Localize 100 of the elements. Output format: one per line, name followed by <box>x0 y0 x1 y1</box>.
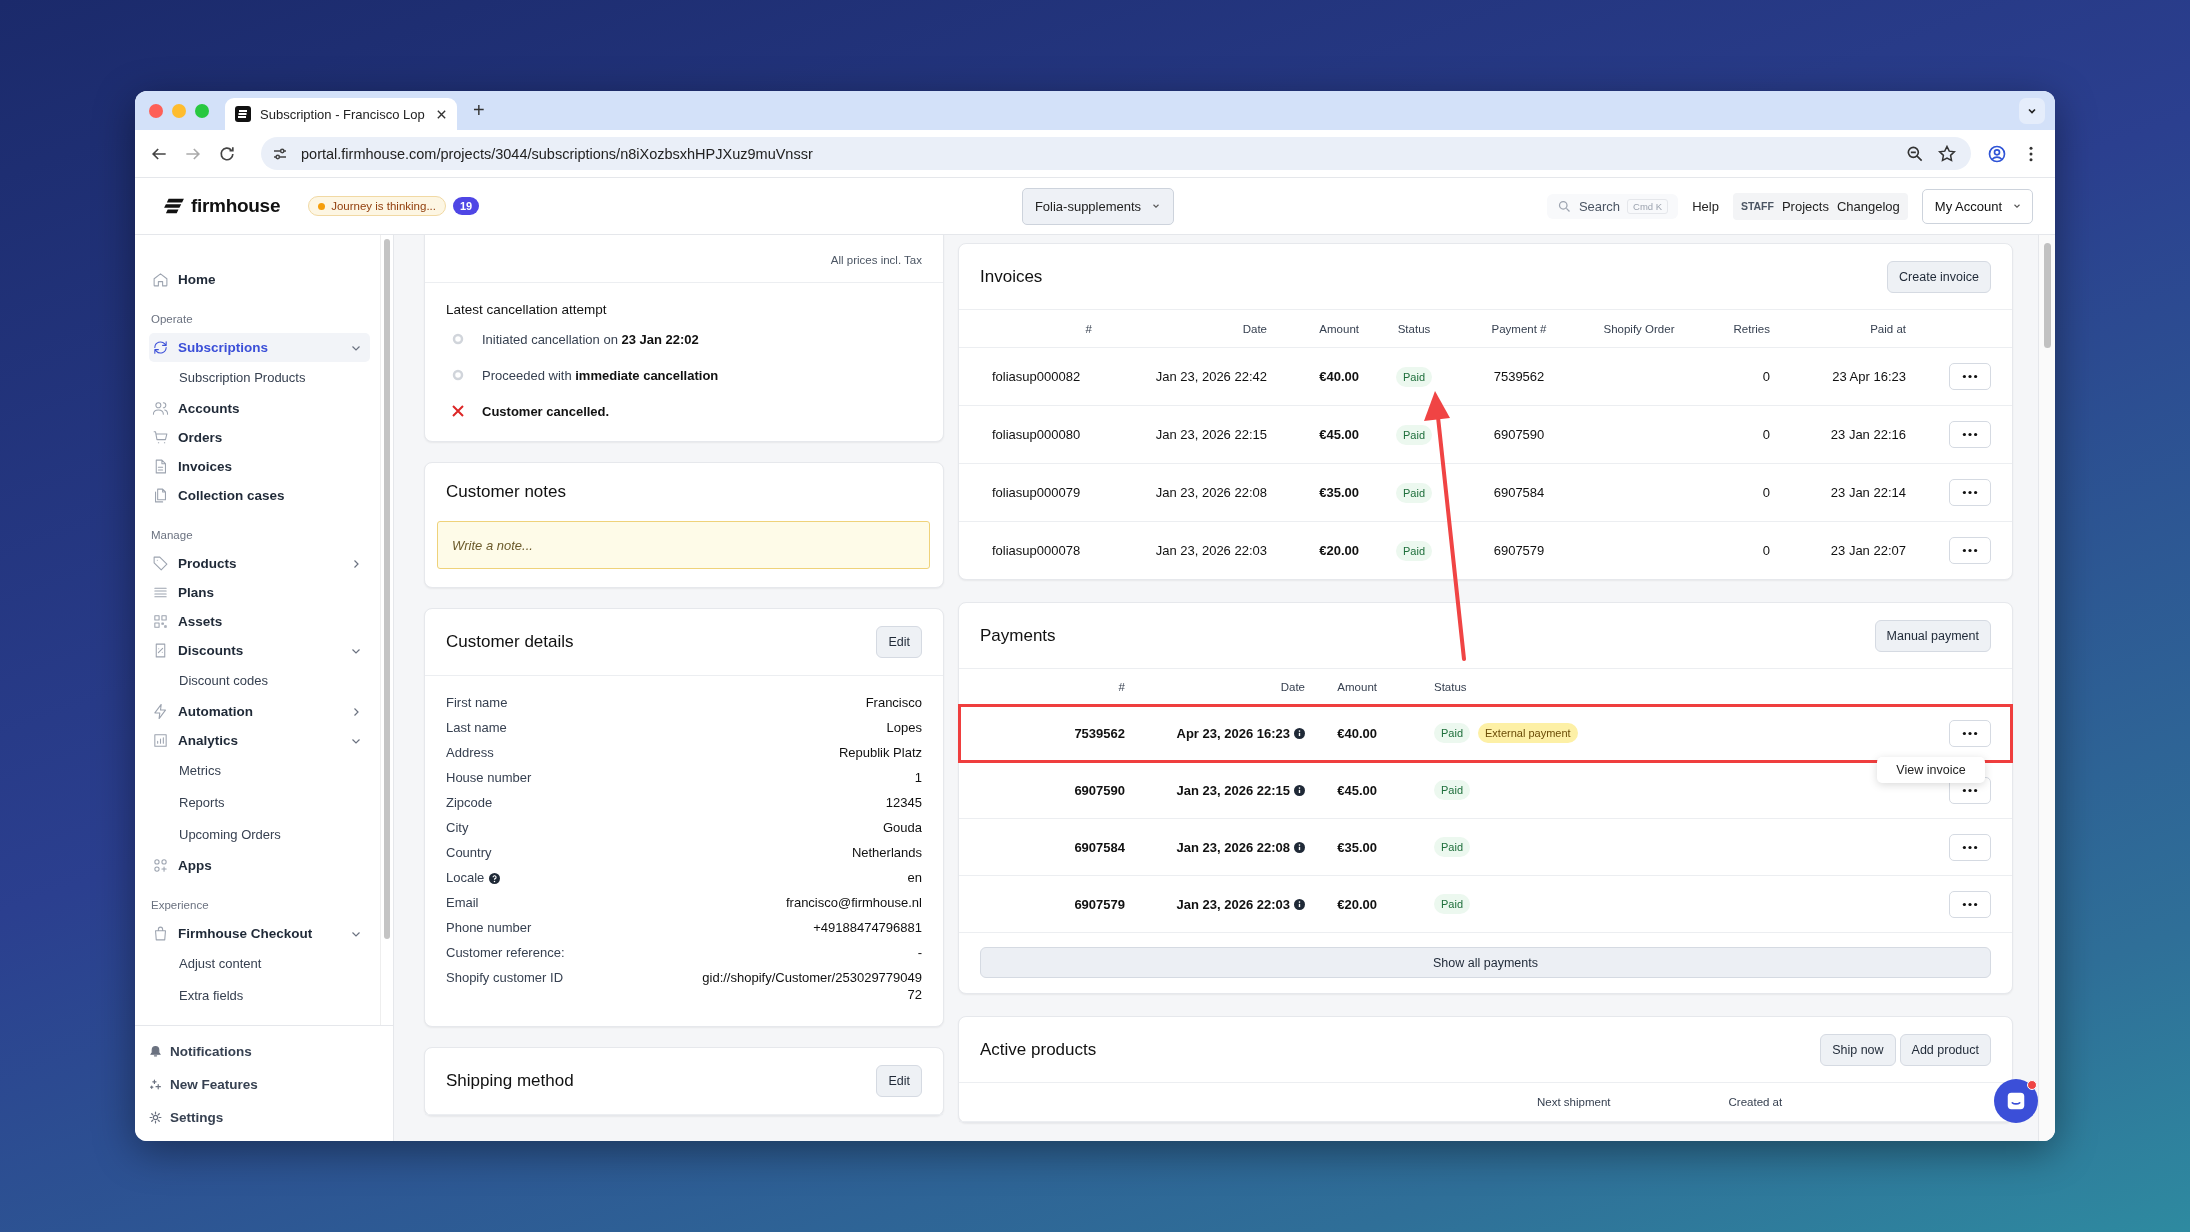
sidebar-item[interactable]: Products <box>149 549 370 578</box>
edit-button[interactable]: Edit <box>876 1065 922 1097</box>
status-badge: Paid <box>1434 837 1471 857</box>
status-badge: Paid <box>1396 367 1432 387</box>
sidebar-subitem[interactable]: Metrics <box>149 755 370 787</box>
sidebar-subitem[interactable]: Adjust content <box>149 948 370 980</box>
table-cell: €35.00 <box>1337 839 1377 855</box>
status-badge: Paid <box>1396 483 1432 503</box>
staff-label: STAFF <box>1740 200 1774 212</box>
card-title: Active products <box>980 1039 1097 1060</box>
help-link[interactable]: Help <box>1692 198 1719 214</box>
edit-button[interactable]: Edit <box>876 626 922 658</box>
field-value: - <box>917 944 922 961</box>
address-bar[interactable]: portal.firmhouse.com/projects/3044/subscriptions/n8iXozbsxhHPJXuz9muVnssr <box>261 137 1971 170</box>
project-dropdown[interactable]: Folia-supplements <box>1021 187 1175 225</box>
sidebar-item[interactable]: Firmhouse Checkout <box>149 919 370 948</box>
sidebar-item[interactable]: Orders <box>149 423 370 452</box>
sidebar-item[interactable]: Accounts <box>149 394 370 423</box>
ellipsis-icon <box>1962 548 1978 553</box>
info-icon[interactable] <box>1294 841 1305 853</box>
section-heading: Manage <box>150 528 194 543</box>
scrollbar[interactable] <box>384 239 390 939</box>
status-badge: Paid <box>1396 541 1432 561</box>
search-icon <box>1556 198 1572 214</box>
sidebar-item[interactable]: Analytics <box>149 726 370 755</box>
staff-link[interactable]: Projects <box>1781 198 1829 214</box>
search-field[interactable]: Search Cmd K <box>1546 193 1679 219</box>
scrollbar[interactable] <box>2043 243 2051 348</box>
more-options-button[interactable] <box>1949 421 1991 448</box>
table-cell: 6907584 <box>1493 485 1545 500</box>
column-header: Payment # <box>1491 322 1547 335</box>
cart-icon <box>152 429 169 446</box>
sidebar-subitem[interactable]: Upcoming Orders <box>149 819 370 851</box>
field-value: gid://shopify/Customer/25302977904972 <box>701 969 922 1003</box>
sidebar-item[interactable]: Apps <box>149 851 370 880</box>
table-cell: 7539562 <box>1493 369 1545 384</box>
show-all-payments-button[interactable]: Show all payments <box>980 947 1991 978</box>
sidebar-subitem[interactable]: Subscription Products <box>149 362 370 394</box>
sidebar-item[interactable]: Assets <box>149 607 370 636</box>
help-icon[interactable] <box>489 873 501 884</box>
section-heading: Experience <box>150 898 210 913</box>
table-cell: €40.00 <box>1319 369 1359 384</box>
menu-item[interactable]: View invoice <box>1896 763 1966 777</box>
sidebar-item[interactable]: Home <box>149 265 370 294</box>
sidebar-item[interactable]: Collection cases <box>149 481 370 510</box>
sidebar-item[interactable]: New Features <box>149 1068 393 1101</box>
sidebar-item[interactable]: Discounts <box>149 636 370 665</box>
note-field[interactable]: Write a note... <box>437 521 930 569</box>
more-options-button[interactable] <box>1949 363 1991 390</box>
more-options-button[interactable] <box>1949 537 1991 564</box>
new-tab-button[interactable]: + <box>473 99 485 122</box>
journey-status-badge[interactable]: Journey is thinking... <box>308 196 446 216</box>
ellipsis-icon <box>1962 901 1978 907</box>
sidebar-subitem[interactable]: Extra fields <box>149 980 370 1012</box>
staff-link[interactable]: Changelog <box>1836 198 1900 214</box>
profile-icon[interactable] <box>1987 143 2007 164</box>
sync-icon <box>152 339 169 356</box>
field-value: 1 <box>914 769 922 786</box>
logo[interactable]: firmhouse <box>191 195 281 217</box>
more-options-button[interactable] <box>1949 719 1991 747</box>
table-cell: 6907579 <box>1074 896 1125 912</box>
status-badge: Paid <box>1396 425 1432 445</box>
sidebar-subitem[interactable]: Discount codes <box>149 665 370 697</box>
sidebar-item[interactable]: Automation <box>149 697 370 726</box>
table-cell: €20.00 <box>1319 543 1359 558</box>
table-cell: 0 <box>1762 543 1770 558</box>
info-icon[interactable] <box>1294 784 1305 796</box>
column-header: Amount <box>1319 322 1359 335</box>
sidebar-item[interactable]: Invoices <box>149 452 370 481</box>
sidebar-subitem[interactable]: Reports <box>149 787 370 819</box>
info-icon[interactable] <box>1294 898 1305 910</box>
column-header: Retries <box>1733 322 1770 335</box>
table-cell: 23 Jan 22:14 <box>1830 485 1906 500</box>
table-cell: 6907579 <box>1493 543 1545 558</box>
more-options-button[interactable] <box>1949 479 1991 506</box>
star-icon[interactable] <box>1937 143 1957 164</box>
table-cell: 6907590 <box>1493 427 1545 442</box>
manual-payment-button[interactable]: Manual payment <box>1874 619 1991 652</box>
field-label: House number <box>446 769 532 786</box>
browser-tab[interactable]: Subscription - Francisco Lop <box>225 98 457 130</box>
info-icon[interactable] <box>1294 727 1305 739</box>
sidebar-item[interactable]: Notifications <box>149 1035 393 1068</box>
more-options-button[interactable] <box>1949 833 1991 861</box>
account-menu-button[interactable]: My Account <box>1921 188 2033 224</box>
sidebar-item[interactable]: Settings <box>149 1101 393 1134</box>
column-header: Next shipment <box>1537 1096 1611 1108</box>
prices-note: All prices incl. Tax <box>830 254 922 266</box>
step-circle-icon <box>452 333 464 345</box>
grid-icon <box>152 613 169 630</box>
action-button[interactable]: Ship now <box>1820 1033 1896 1066</box>
table-cell-text: foliasup000082 <box>991 369 1081 384</box>
more-options-button[interactable] <box>1949 890 1991 918</box>
close-icon[interactable] <box>436 108 447 120</box>
table-cell: 6907590 <box>1074 782 1125 798</box>
sidebar-item[interactable]: Plans <box>149 578 370 607</box>
action-button[interactable]: Add product <box>1899 1033 1991 1066</box>
create-invoice-button[interactable]: Create invoice <box>1887 260 1991 293</box>
column-header: Shopify Order <box>1603 322 1675 335</box>
sidebar-item[interactable]: Subscriptions <box>149 333 370 362</box>
field-label: Customer reference: <box>446 944 565 961</box>
